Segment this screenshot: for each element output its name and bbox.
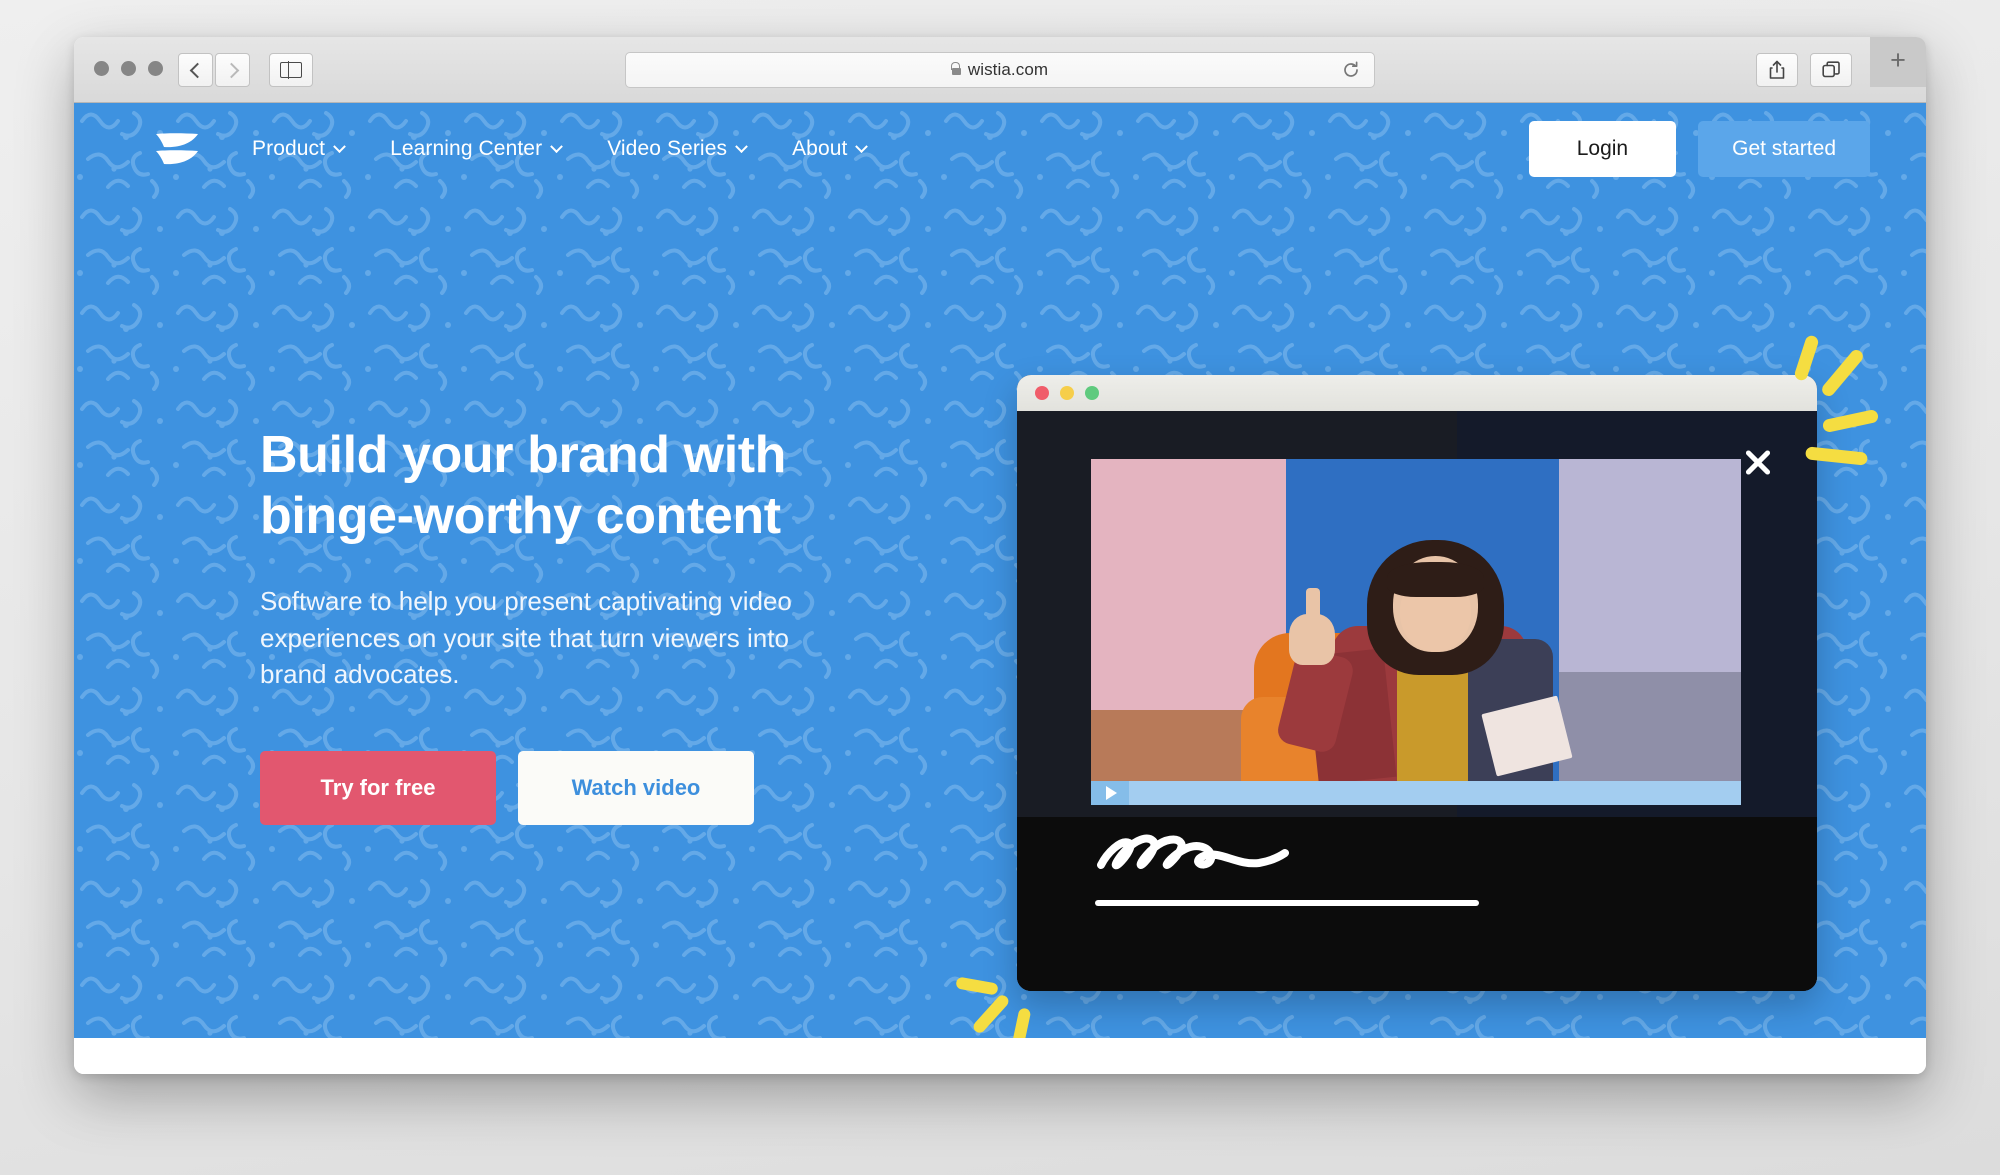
address-bar[interactable]: wistia.com — [625, 52, 1375, 88]
chevron-right-icon — [223, 62, 239, 78]
browser-window: wistia.com + Product Learning Center Vid… — [74, 37, 1926, 1074]
chevron-down-icon — [550, 139, 564, 153]
nav-links: Product Learning Center Video Series Abo… — [252, 137, 869, 161]
wistia-logo[interactable] — [154, 132, 200, 166]
hero-section: Product Learning Center Video Series Abo… — [74, 103, 1926, 1038]
site-navigation: Product Learning Center Video Series Abo… — [74, 103, 1926, 195]
nav-item-label: Video Series — [607, 137, 728, 160]
forward-button[interactable] — [215, 53, 250, 87]
video-still[interactable] — [1091, 459, 1741, 781]
mockup-body — [1017, 411, 1817, 991]
mockup-maximize-dot[interactable] — [1085, 386, 1099, 400]
url-text: wistia.com — [967, 60, 1049, 79]
share-icon — [1769, 60, 1785, 79]
hero-cta-group: Try for free Watch video — [260, 751, 880, 826]
mockup-titlebar — [1017, 375, 1817, 411]
maximize-window-button[interactable] — [148, 61, 163, 76]
chevron-left-icon — [189, 62, 205, 78]
hero-copy: Build your brand with binge-worthy conte… — [260, 425, 880, 826]
chevron-down-icon — [333, 139, 346, 153]
login-button[interactable]: Login — [1528, 121, 1677, 177]
watch-video-button[interactable]: Watch video — [518, 751, 754, 826]
nav-item-learning-center[interactable]: Learning Center — [390, 137, 564, 161]
back-button[interactable] — [178, 53, 213, 87]
video-player-controls[interactable] — [1091, 781, 1741, 805]
nav-item-about[interactable]: About — [792, 137, 869, 161]
plus-icon: + — [1890, 45, 1906, 75]
minimize-window-button[interactable] — [121, 61, 136, 76]
video-mockup — [1017, 375, 1817, 991]
signature-underline — [1095, 900, 1479, 906]
accent-dash-icon — [955, 976, 999, 996]
hero-subtitle: Software to help you present captivating… — [260, 585, 792, 690]
signature-ellen — [1097, 834, 1289, 870]
mockup-minimize-dot[interactable] — [1060, 386, 1074, 400]
accent-dash-icon — [1010, 1007, 1032, 1038]
web-page: Product Learning Center Video Series Abo… — [74, 103, 1926, 1074]
try-for-free-button[interactable]: Try for free — [260, 751, 496, 826]
new-tab-button[interactable]: + — [1870, 37, 1926, 87]
mockup-browser-window — [1017, 375, 1817, 991]
sidebar-toggle-icon — [280, 61, 302, 79]
page-footer-strip — [74, 1038, 1926, 1074]
nav-item-video-series[interactable]: Video Series — [607, 137, 748, 161]
scene-lilac-panel-lower — [1559, 671, 1741, 781]
accent-dash-icon — [971, 992, 1011, 1036]
nav-item-label: About — [792, 137, 848, 160]
play-icon — [1106, 786, 1117, 800]
nav-item-product[interactable]: Product — [252, 137, 346, 161]
desktop-backdrop: wistia.com + Product Learning Center Vid… — [0, 0, 2000, 1175]
lock-icon — [951, 61, 961, 75]
nav-item-label: Product — [252, 137, 326, 160]
signature-block — [1093, 819, 1493, 906]
scene-person-top — [1396, 665, 1468, 781]
accent-dash-icon — [1819, 347, 1866, 399]
show-tabs-button[interactable] — [1810, 53, 1852, 87]
share-button[interactable] — [1756, 53, 1798, 87]
scene-person-bangs — [1386, 562, 1485, 598]
page-title: Build your brand with binge-worthy conte… — [260, 426, 787, 545]
get-started-button[interactable]: Get started — [1698, 121, 1870, 177]
chevron-down-icon — [855, 139, 869, 153]
reload-icon — [1344, 61, 1358, 77]
nav-actions: Login Get started — [1528, 121, 1870, 177]
navigation-buttons — [178, 53, 250, 87]
window-traffic-lights — [94, 61, 163, 76]
show-tabs-icon — [1821, 60, 1840, 77]
nav-item-label: Learning Center — [390, 137, 543, 160]
reload-button[interactable] — [1340, 59, 1362, 81]
play-button[interactable] — [1091, 781, 1129, 805]
sidebar-toggle-button[interactable] — [269, 53, 313, 87]
scene-person-finger — [1305, 587, 1320, 627]
toolbar-right-buttons — [1756, 53, 1852, 87]
browser-toolbar: wistia.com + — [74, 37, 1926, 103]
accent-dash-icon — [1821, 408, 1880, 434]
scene-lilac-panel — [1559, 459, 1741, 672]
mockup-close-dot[interactable] — [1035, 386, 1049, 400]
close-window-button[interactable] — [94, 61, 109, 76]
chevron-down-icon — [735, 139, 748, 153]
close-icon[interactable] — [1741, 445, 1775, 479]
